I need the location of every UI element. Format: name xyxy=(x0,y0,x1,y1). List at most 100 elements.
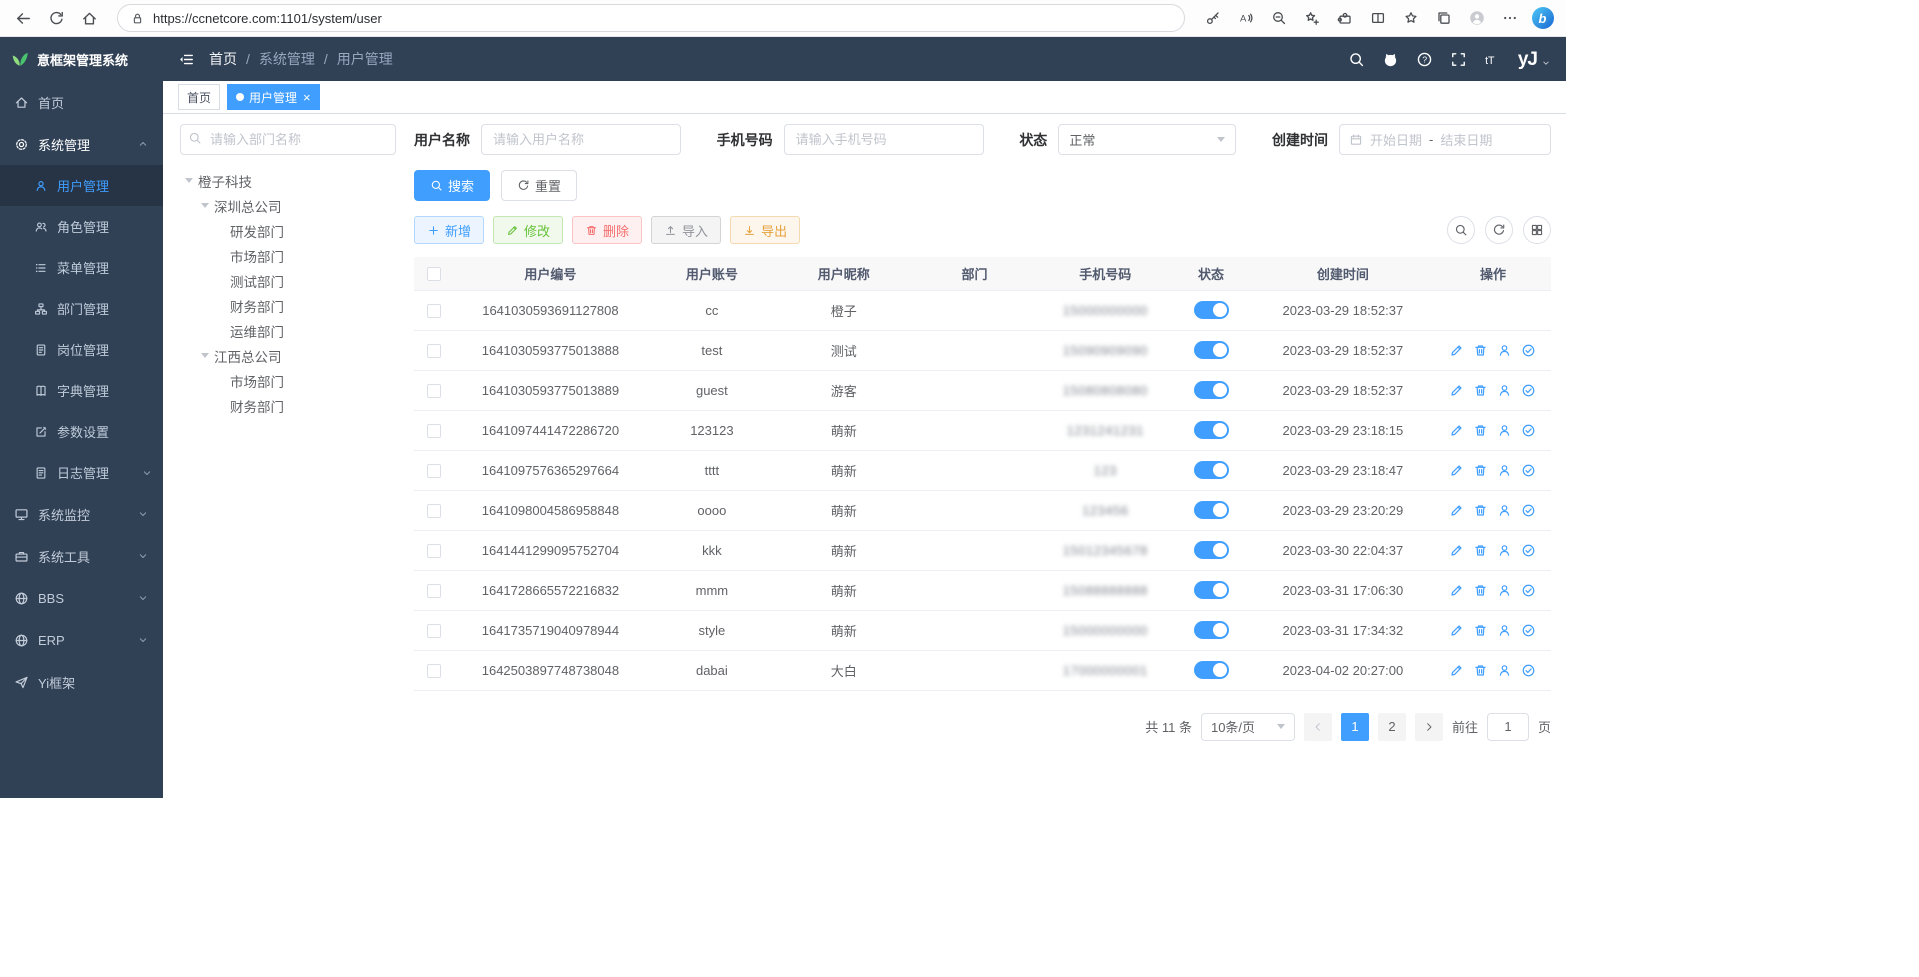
assign-role-action-icon[interactable] xyxy=(1521,623,1536,638)
import-button[interactable]: 导入 xyxy=(651,216,721,244)
zoom-out-icon[interactable] xyxy=(1265,5,1292,32)
tree-node[interactable]: 测试部门 xyxy=(180,268,396,293)
app-logo[interactable]: 意框架管理系统 xyxy=(0,37,163,81)
sidebar-item-dept-management[interactable]: 部门管理 xyxy=(0,288,163,329)
delete-action-icon[interactable] xyxy=(1473,583,1488,598)
collections-icon[interactable] xyxy=(1430,5,1457,32)
sidebar-item-system-tools[interactable]: 系统工具 xyxy=(0,535,163,577)
row-checkbox[interactable] xyxy=(427,304,441,318)
sidebar-item-system-monitor[interactable]: 系统监控 xyxy=(0,493,163,535)
row-checkbox[interactable] xyxy=(427,464,441,478)
delete-action-icon[interactable] xyxy=(1473,463,1488,478)
breadcrumb-item[interactable]: 系统管理 xyxy=(259,49,315,69)
breadcrumb-item[interactable]: 首页 xyxy=(209,49,237,69)
assign-role-action-icon[interactable] xyxy=(1521,463,1536,478)
reset-password-action-icon[interactable] xyxy=(1497,583,1512,598)
tree-node[interactable]: 江西总公司 xyxy=(180,343,396,368)
sidebar-item-erp[interactable]: ERP xyxy=(0,619,163,661)
assign-role-action-icon[interactable] xyxy=(1521,383,1536,398)
sidebar-item-post-management[interactable]: 岗位管理 xyxy=(0,329,163,370)
export-button[interactable]: 导出 xyxy=(730,216,800,244)
reset-password-action-icon[interactable] xyxy=(1497,343,1512,358)
status-toggle[interactable] xyxy=(1194,541,1229,559)
delete-action-icon[interactable] xyxy=(1473,543,1488,558)
goto-page-input[interactable] xyxy=(1487,713,1529,741)
tree-node[interactable]: 市场部门 xyxy=(180,368,396,393)
back-icon[interactable] xyxy=(10,5,37,32)
key-icon[interactable] xyxy=(1199,5,1226,32)
edit-action-icon[interactable] xyxy=(1449,663,1464,678)
tree-expand-icon[interactable] xyxy=(180,178,198,183)
assign-role-action-icon[interactable] xyxy=(1521,503,1536,518)
column-header[interactable]: 用户账号 xyxy=(646,257,778,290)
tree-node[interactable]: 橙子科技 xyxy=(180,168,396,193)
next-page-button[interactable] xyxy=(1415,713,1443,741)
user-name-input[interactable] xyxy=(481,124,681,155)
sidebar-item-user-management[interactable]: 用户管理 xyxy=(0,165,163,206)
reset-password-action-icon[interactable] xyxy=(1497,543,1512,558)
delete-action-icon[interactable] xyxy=(1473,383,1488,398)
breadcrumb-item[interactable]: 用户管理 xyxy=(337,49,393,69)
reset-button[interactable]: 重置 xyxy=(501,170,577,201)
add-button[interactable]: 新增 xyxy=(414,216,484,244)
user-avatar[interactable]: yJ xyxy=(1518,50,1551,69)
edit-action-icon[interactable] xyxy=(1449,423,1464,438)
column-header[interactable]: 用户昵称 xyxy=(778,257,910,290)
assign-role-action-icon[interactable] xyxy=(1521,543,1536,558)
prev-page-button[interactable] xyxy=(1304,713,1332,741)
page-button-1[interactable]: 1 xyxy=(1341,713,1369,741)
status-toggle[interactable] xyxy=(1194,581,1229,599)
sidebar-item-param-settings[interactable]: 参数设置 xyxy=(0,411,163,452)
row-checkbox[interactable] xyxy=(427,664,441,678)
assign-role-action-icon[interactable] xyxy=(1521,583,1536,598)
edit-action-icon[interactable] xyxy=(1449,463,1464,478)
edit-action-icon[interactable] xyxy=(1449,343,1464,358)
columns-button[interactable] xyxy=(1523,216,1551,244)
reset-password-action-icon[interactable] xyxy=(1497,463,1512,478)
profile-icon[interactable] xyxy=(1463,5,1490,32)
row-checkbox[interactable] xyxy=(427,544,441,558)
tab-close-icon[interactable]: × xyxy=(302,91,311,104)
favorites-icon[interactable] xyxy=(1397,5,1424,32)
edit-action-icon[interactable] xyxy=(1449,543,1464,558)
page-button-2[interactable]: 2 xyxy=(1378,713,1406,741)
row-checkbox[interactable] xyxy=(427,624,441,638)
assign-role-action-icon[interactable] xyxy=(1521,663,1536,678)
edit-button[interactable]: 修改 xyxy=(493,216,563,244)
favorite-add-icon[interactable] xyxy=(1298,5,1325,32)
status-select[interactable]: 正常 xyxy=(1058,124,1236,155)
reset-password-action-icon[interactable] xyxy=(1497,423,1512,438)
sidebar-item-home[interactable]: 首页 xyxy=(0,81,163,123)
sidebar-item-dict-management[interactable]: 字典管理 xyxy=(0,370,163,411)
row-checkbox[interactable] xyxy=(427,344,441,358)
column-header[interactable]: 部门 xyxy=(910,257,1040,290)
row-checkbox[interactable] xyxy=(427,424,441,438)
edit-action-icon[interactable] xyxy=(1449,623,1464,638)
refresh-button[interactable] xyxy=(1485,216,1513,244)
edit-action-icon[interactable] xyxy=(1449,383,1464,398)
home-icon[interactable] xyxy=(76,5,103,32)
tree-node[interactable]: 财务部门 xyxy=(180,293,396,318)
tree-node[interactable]: 市场部门 xyxy=(180,243,396,268)
column-header[interactable]: 创建时间 xyxy=(1251,257,1435,290)
row-checkbox[interactable] xyxy=(427,584,441,598)
status-toggle[interactable] xyxy=(1194,661,1229,679)
delete-button[interactable]: 删除 xyxy=(572,216,642,244)
column-header[interactable]: 操作 xyxy=(1435,257,1551,290)
font-size-icon[interactable]: tT xyxy=(1484,51,1501,68)
copilot-icon[interactable]: b xyxy=(1529,5,1556,32)
sidebar-item-role-management[interactable]: 角色管理 xyxy=(0,206,163,247)
sidebar-item-bbs[interactable]: BBS xyxy=(0,577,163,619)
sidebar-item-yi-framework[interactable]: Yi框架 xyxy=(0,661,163,703)
sidebar-item-system-management[interactable]: 系统管理 xyxy=(0,123,163,165)
menu-fold-icon[interactable] xyxy=(178,51,195,68)
reset-password-action-icon[interactable] xyxy=(1497,663,1512,678)
tree-node[interactable]: 财务部门 xyxy=(180,393,396,418)
reset-password-action-icon[interactable] xyxy=(1497,623,1512,638)
edit-action-icon[interactable] xyxy=(1449,583,1464,598)
search-icon[interactable] xyxy=(1348,51,1365,68)
address-bar[interactable]: https://ccnetcore.com:1101/system/user xyxy=(117,4,1185,32)
dept-search-input[interactable] xyxy=(180,124,396,155)
reload-icon[interactable] xyxy=(43,5,70,32)
question-icon[interactable]: ? xyxy=(1416,51,1433,68)
